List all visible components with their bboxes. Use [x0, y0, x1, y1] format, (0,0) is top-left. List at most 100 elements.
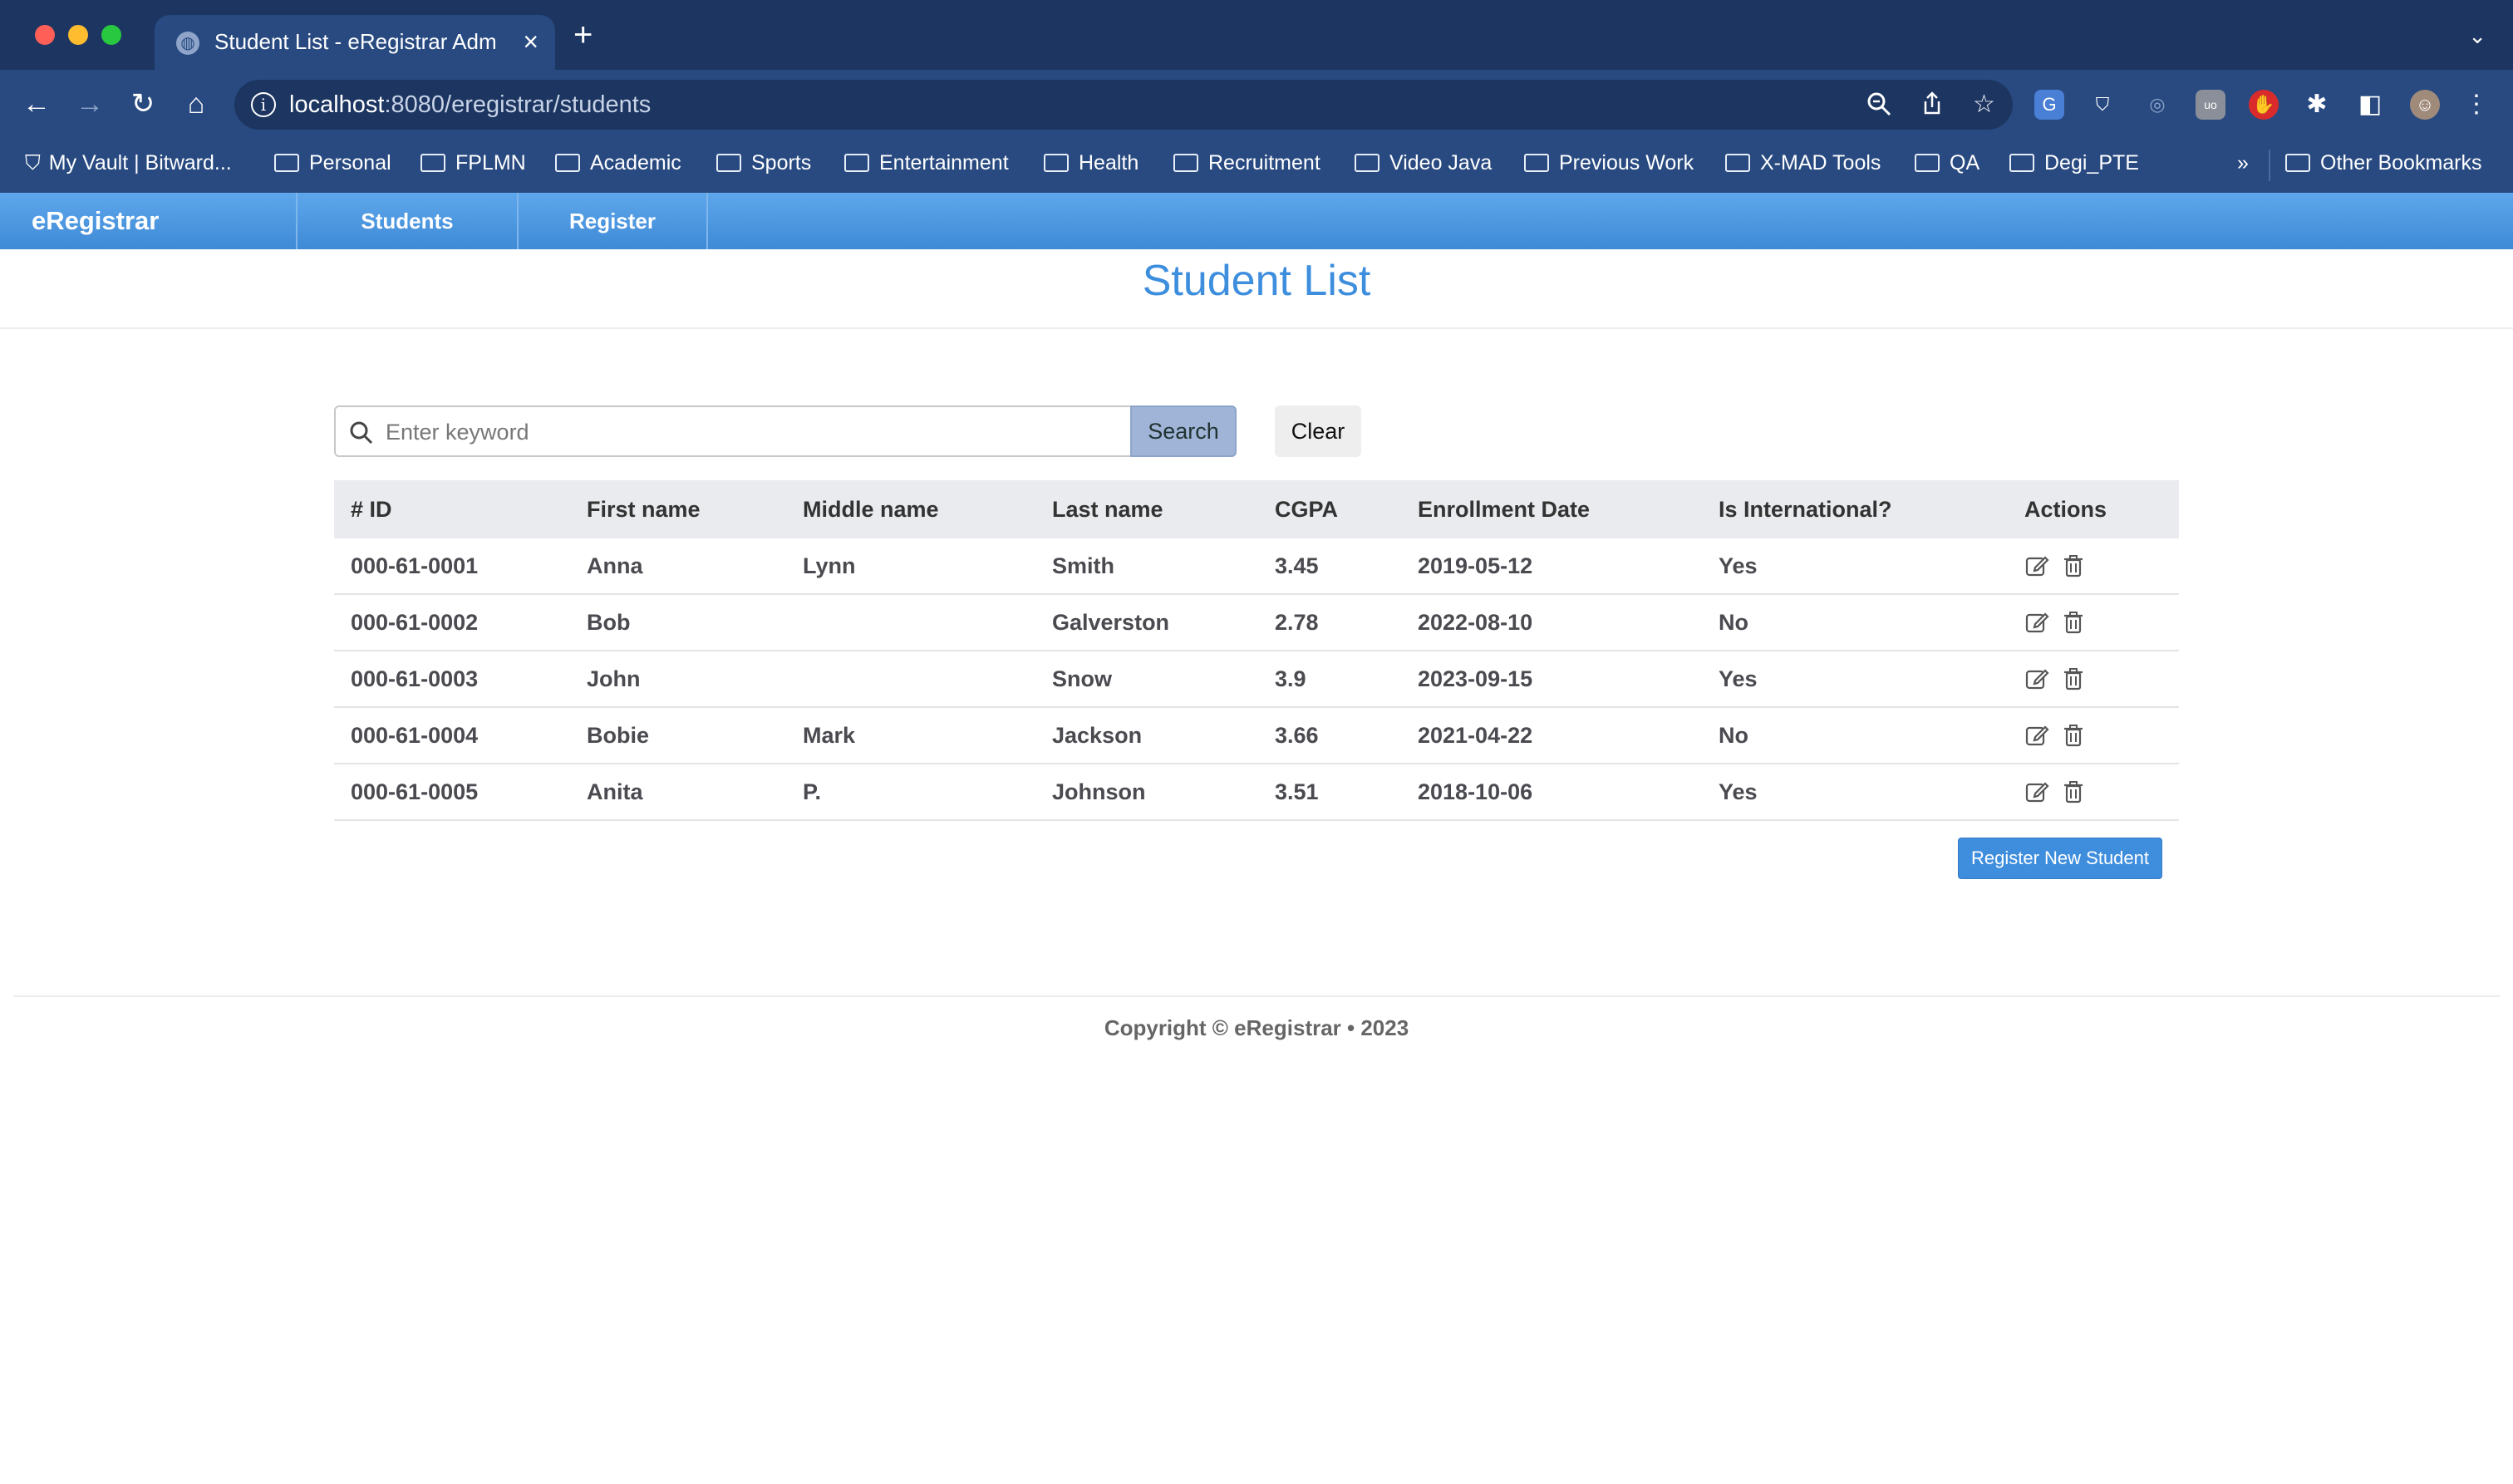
address-bar[interactable]: i localhost:8080/eregistrar/students ☆: [234, 80, 2013, 130]
search-input[interactable]: [386, 414, 1125, 450]
tab-title: Student List - eRegistrar Admin: [214, 29, 495, 54]
trash-icon[interactable]: [2061, 610, 2086, 635]
bookmark-folder-qa[interactable]: QA: [1915, 151, 1979, 175]
nav-students[interactable]: Students: [296, 193, 517, 249]
cell-last-name: Jackson: [1052, 722, 1143, 748]
header-middle-name[interactable]: Middle name: [803, 480, 939, 538]
chevron-down-icon[interactable]: ⌄: [2468, 23, 2486, 49]
bookmark-folder-personal[interactable]: Personal: [274, 151, 391, 175]
cell-is-international: No: [1719, 609, 1748, 635]
bookmark-folder-other[interactable]: Other Bookmarks: [2285, 151, 2482, 175]
header-is-international[interactable]: Is International?: [1719, 480, 1892, 538]
cell-id: 000-61-0005: [351, 779, 479, 804]
bitwarden-shield-icon[interactable]: ⛉: [2088, 90, 2117, 120]
edit-icon[interactable]: [2024, 553, 2049, 578]
edit-icon[interactable]: [2024, 666, 2049, 691]
header-id[interactable]: # ID: [351, 480, 392, 538]
profile-avatar[interactable]: ☺: [2410, 90, 2440, 120]
bookmark-folder-health[interactable]: Health: [1044, 151, 1138, 175]
browser-tab-active[interactable]: ◍ Student List - eRegistrar Admin ×: [155, 15, 555, 70]
folder-icon: [2285, 154, 2310, 172]
trash-icon[interactable]: [2061, 779, 2086, 804]
cell-first-name: John: [587, 666, 641, 691]
window-close-button[interactable]: [35, 25, 55, 45]
header-last-name[interactable]: Last name: [1052, 480, 1163, 538]
side-panel-icon[interactable]: ◧: [2355, 90, 2385, 120]
translate-extension-icon[interactable]: G: [2034, 90, 2064, 120]
cell-actions: [2024, 595, 2097, 650]
bookmark-folder-sports[interactable]: Sports: [716, 151, 811, 175]
bookmark-folder-degi-pte[interactable]: Degi_PTE: [2009, 151, 2139, 175]
bookmark-folder-fplmn[interactable]: FPLMN: [420, 151, 526, 175]
cell-id: 000-61-0002: [351, 609, 479, 635]
bookmarks-bar: ⛉ My Vault | Bitward... Personal FPLMN Ac…: [0, 138, 2513, 193]
cell-first-name: Bobie: [587, 722, 650, 748]
cell-is-international: Yes: [1719, 666, 1758, 691]
stop-hand-extension-icon[interactable]: ✋: [2249, 90, 2279, 120]
cell-enrollment-date: 2021-04-22: [1418, 722, 1533, 748]
cell-enrollment-date: 2022-08-10: [1418, 609, 1533, 635]
header-first-name[interactable]: First name: [587, 480, 701, 538]
cell-last-name: Smith: [1052, 553, 1115, 578]
url-text[interactable]: localhost:8080/eregistrar/students: [289, 91, 651, 119]
puzzle-extensions-icon[interactable]: ✱: [2302, 90, 2332, 120]
bookmarks-divider: [2269, 150, 2270, 181]
table-row: 000-61-0001 Anna Lynn Smith 3.45 2019-05…: [334, 538, 2179, 595]
folder-icon: [420, 154, 445, 172]
browser-toolbar: ← → ↻ ⌂ i localhost:8080/eregistrar/stud…: [0, 70, 2513, 138]
reload-icon[interactable]: ↻: [126, 88, 160, 120]
new-tab-button[interactable]: +: [573, 18, 593, 52]
bookmark-folder-recruitment[interactable]: Recruitment: [1173, 151, 1320, 175]
cell-id: 000-61-0001: [351, 553, 479, 578]
info-icon[interactable]: i: [251, 92, 276, 117]
bookmark-folder-previous-work[interactable]: Previous Work: [1524, 151, 1694, 175]
home-icon[interactable]: ⌂: [180, 88, 213, 120]
bookmark-folder-video-java[interactable]: Video Java: [1355, 151, 1492, 175]
bookmark-folder-x-mad-tools[interactable]: X-MAD Tools: [1725, 151, 1881, 175]
folder-icon: [1725, 154, 1750, 172]
window-zoom-button[interactable]: [101, 25, 121, 45]
ublock-icon[interactable]: uo: [2196, 90, 2225, 120]
edit-icon[interactable]: [2024, 610, 2049, 635]
cell-cgpa: 3.9: [1275, 666, 1306, 691]
trash-icon[interactable]: [2061, 723, 2086, 748]
search-box: [334, 405, 1237, 457]
bookmark-folder-academic[interactable]: Academic: [555, 151, 681, 175]
table-row: 000-61-0002 Bob Galverston 2.78 2022-08-…: [334, 595, 2179, 651]
zoom-icon[interactable]: [1865, 90, 1893, 118]
cell-actions: [2024, 764, 2097, 819]
bookmarks-overflow-button[interactable]: »: [2237, 151, 2249, 175]
extension-circle-icon[interactable]: ◎: [2142, 90, 2172, 120]
search-button[interactable]: Search: [1130, 405, 1237, 457]
trash-icon[interactable]: [2061, 553, 2086, 578]
cell-middle-name: Mark: [803, 722, 856, 748]
edit-icon[interactable]: [2024, 779, 2049, 804]
folder-icon: [716, 154, 741, 172]
nav-register[interactable]: Register: [517, 193, 706, 249]
header-enrollment-date[interactable]: Enrollment Date: [1418, 480, 1590, 538]
close-icon[interactable]: ×: [523, 25, 538, 58]
back-arrow-icon[interactable]: ←: [20, 88, 53, 120]
cell-is-international: No: [1719, 722, 1748, 748]
cell-last-name: Snow: [1052, 666, 1112, 691]
cell-first-name: Anita: [587, 779, 643, 804]
bookmark-folder-entertainment[interactable]: Entertainment: [844, 151, 1009, 175]
cell-id: 000-61-0004: [351, 722, 479, 748]
bookmark-bitwarden[interactable]: ⛉ My Vault | Bitward...: [25, 151, 232, 175]
globe-icon: ◍: [176, 32, 199, 55]
clear-button[interactable]: Clear: [1275, 405, 1361, 457]
register-new-student-button[interactable]: Register New Student: [1958, 838, 2162, 879]
cell-enrollment-date: 2018-10-06: [1418, 779, 1533, 804]
forward-arrow-icon[interactable]: →: [73, 88, 106, 120]
more-menu-icon[interactable]: ⋮: [2461, 90, 2491, 120]
star-icon[interactable]: ☆: [1973, 90, 1995, 120]
brand-logo[interactable]: eRegistrar: [32, 206, 159, 236]
share-icon[interactable]: [1918, 90, 1946, 118]
browser-titlebar: ◍ Student List - eRegistrar Admin × + ⌄: [0, 0, 2513, 70]
window-minimize-button[interactable]: [68, 25, 88, 45]
folder-icon: [1524, 154, 1549, 172]
edit-icon[interactable]: [2024, 723, 2049, 748]
cell-cgpa: 3.51: [1275, 779, 1319, 804]
header-cgpa[interactable]: CGPA: [1275, 480, 1338, 538]
trash-icon[interactable]: [2061, 666, 2086, 691]
